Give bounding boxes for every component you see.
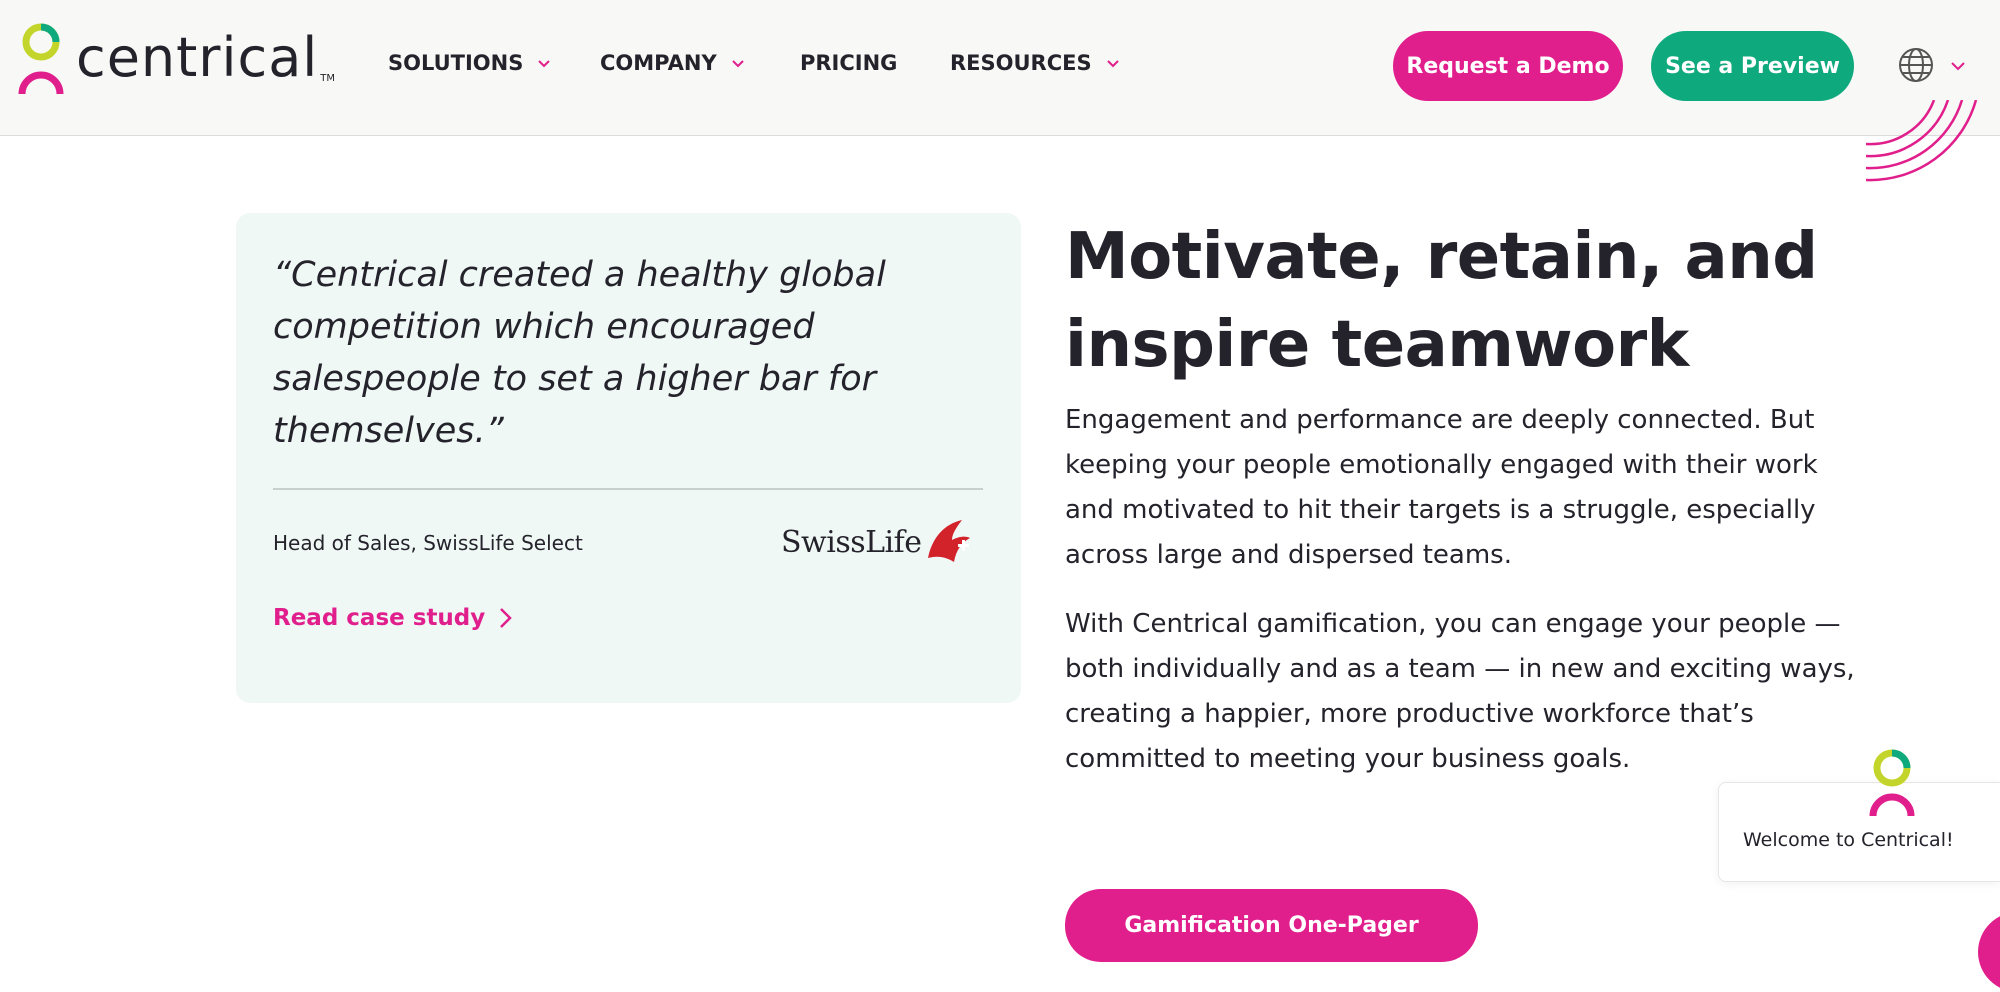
nav-resources[interactable]: RESOURCES	[950, 51, 1120, 75]
centrical-chat-avatar-icon	[1869, 749, 1915, 816]
globe-icon[interactable]	[1897, 46, 1935, 84]
intro-paragraph: Engagement and performance are deeply co…	[1065, 405, 1818, 570]
read-case-study-label: Read case study	[273, 605, 486, 631]
page-headline: Motivate, retain, and inspire teamwork	[1065, 220, 1818, 382]
logo-wordmark: centrical	[76, 26, 319, 89]
request-demo-button[interactable]: Request a Demo	[1393, 31, 1623, 101]
read-case-study-link[interactable]: Read case study	[273, 605, 517, 631]
nav-pricing-label: PRICING	[800, 51, 898, 75]
gamification-one-pager-button[interactable]: Gamification One-Pager	[1065, 889, 1478, 962]
decorative-arcs-icon	[1866, 100, 1978, 182]
swisslife-logo: SwissLife	[781, 518, 972, 566]
chat-welcome-text: Welcome to Centrical!	[1743, 829, 1954, 851]
chevron-down-icon[interactable]	[1950, 58, 1966, 74]
swisslife-flag-icon	[927, 520, 970, 562]
chevron-right-icon	[500, 608, 513, 628]
testimonial-quote: “Centrical created a healthy global comp…	[273, 255, 886, 451]
chat-launcher-button[interactable]	[1978, 912, 2000, 992]
nav-company[interactable]: COMPANY	[600, 51, 745, 75]
nav-company-label: COMPANY	[600, 51, 717, 75]
chevron-down-icon	[731, 60, 744, 68]
see-preview-button[interactable]: See a Preview	[1651, 31, 1854, 101]
gamification-paragraph: With Centrical gamification, you can eng…	[1065, 609, 1855, 774]
swisslife-logo-text: SwissLife	[781, 524, 922, 560]
nav-solutions[interactable]: SOLUTIONS	[388, 51, 551, 75]
centrical-logo-mark-icon	[18, 23, 64, 94]
site-header: centrical TM SOLUTIONS COMPANY PRICING R…	[0, 0, 2000, 136]
testimonial-card: “Centrical created a healthy global comp…	[236, 213, 1021, 703]
chat-welcome-popup[interactable]: Welcome to Centrical!	[1718, 782, 2000, 882]
nav-solutions-label: SOLUTIONS	[388, 51, 524, 75]
chevron-down-icon	[538, 60, 551, 68]
testimonial-attribution: Head of Sales, SwissLife Select	[273, 531, 583, 555]
centrical-logo[interactable]: centrical TM	[18, 22, 335, 94]
nav-resources-label: RESOURCES	[950, 51, 1092, 75]
nav-pricing[interactable]: PRICING	[800, 51, 897, 75]
logo-trademark: TM	[320, 73, 336, 84]
chevron-down-icon	[1106, 60, 1119, 68]
card-divider	[273, 488, 983, 490]
